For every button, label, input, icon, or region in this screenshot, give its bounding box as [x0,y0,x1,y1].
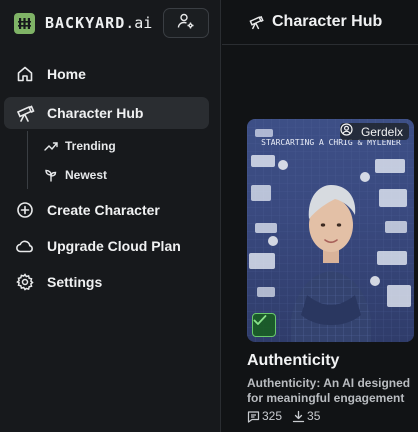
sidebar-item-label: Create Character [47,202,160,218]
cloud-icon [15,236,35,256]
brand-name: BACKYARD.ai [45,14,153,32]
sidebar-subitem-newest[interactable]: Newest [44,165,107,185]
trending-icon [44,139,58,153]
home-icon [15,64,35,84]
sidebar-subitem-label: Trending [65,139,116,153]
character-card[interactable]: STARCARTING A CHRIG & MYLENER Gerdelx Au… [247,119,418,423]
character-portrait-image: STARCARTING A CHRIG & MYLENER [247,119,414,342]
download-icon [292,410,305,423]
brand-logo[interactable]: BACKYARD.ai [14,11,152,35]
sidebar-item-character-hub[interactable]: Character Hub [4,97,209,129]
plus-circle-icon [15,200,35,220]
main-content: Character Hub STARCARTING A CHRIG & MYLE… [222,0,418,432]
sidebar-item-settings[interactable]: Settings [4,266,209,298]
sidebar: BACKYARD.ai Home Character Hub Trending [0,0,221,432]
verified-badge [252,313,276,337]
creator-badge[interactable]: Gerdelx [339,123,409,140]
sprout-icon [44,168,58,182]
sidebar-item-home[interactable]: Home [4,58,209,90]
backyard-logo-icon [14,12,35,34]
user-circle-icon [340,123,357,138]
sidebar-item-label: Character Hub [47,105,144,121]
character-thumbnail[interactable]: STARCARTING A CHRIG & MYLENER Gerdelx [247,119,414,342]
page-header: Character Hub [222,0,418,45]
creator-name: Gerdelx [360,124,403,139]
card-stats: 325 35 [247,409,418,423]
telescope-icon [248,14,264,30]
sidebar-item-create-character[interactable]: Create Character [4,194,209,226]
subnav-divider [27,131,28,189]
sidebar-item-upgrade-cloud-plan[interactable]: Upgrade Cloud Plan [4,230,209,262]
sidebar-item-label: Upgrade Cloud Plan [47,238,181,254]
sidebar-subitem-trending[interactable]: Trending [44,136,116,156]
telescope-icon [15,103,35,123]
download-count-value: 35 [307,409,321,423]
chat-icon [247,410,260,423]
sidebar-subitem-label: Newest [65,168,108,182]
sidebar-item-label: Settings [47,274,103,290]
card-description: Authenticity: An AI designed for meaning… [247,376,411,405]
card-title: Authenticity [247,352,340,369]
message-count: 325 [247,409,282,423]
message-count-value: 325 [262,409,283,423]
download-count: 35 [292,409,320,423]
page-title: Character Hub [272,13,383,30]
profile-settings-button[interactable] [163,8,209,38]
sidebar-item-label: Home [47,66,86,82]
gear-icon [15,272,35,292]
user-settings-icon [177,12,195,35]
